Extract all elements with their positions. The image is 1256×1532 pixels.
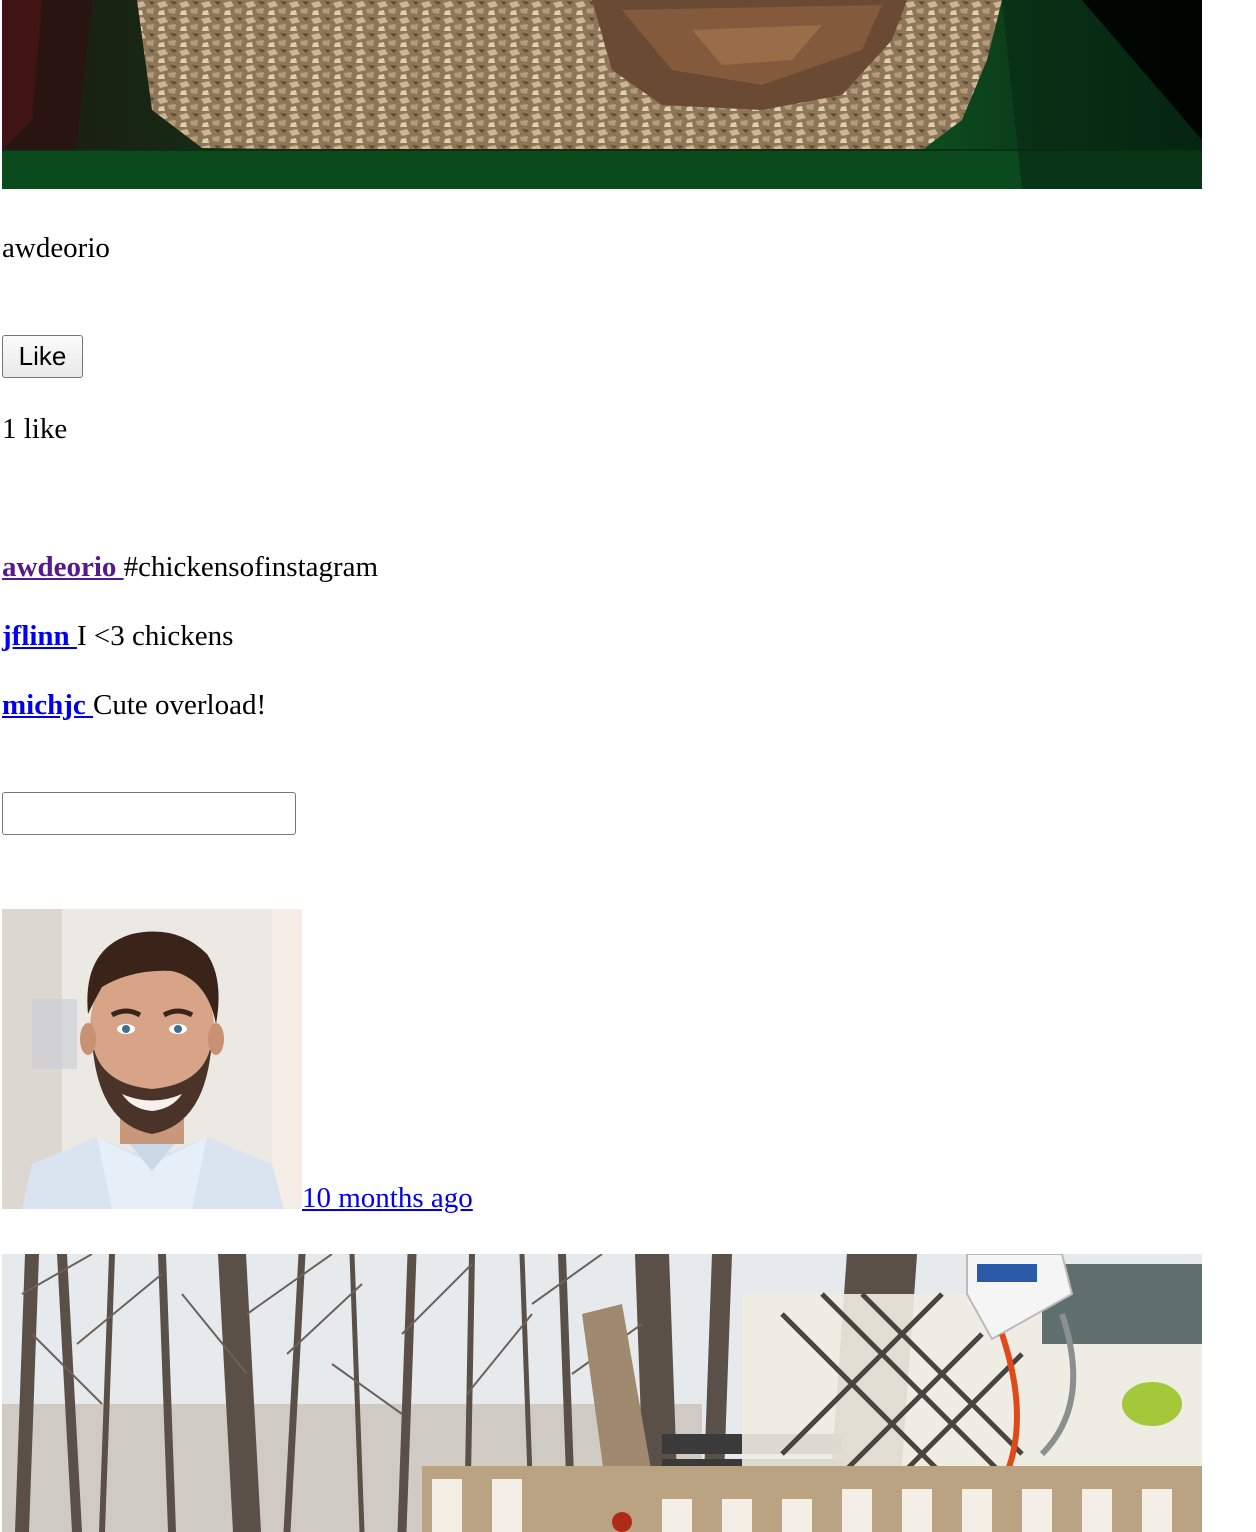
post-image-chicken-coop [2,1254,1202,1532]
comment-text: #chickensofinstagram [123,551,379,583]
comment: michjc Cute overload! [2,685,266,725]
post-owner-username: awdeorio [2,232,110,264]
user-avatar-photo-icon [2,909,302,1209]
comment-text: I <3 chickens [76,620,234,652]
chicken-coop-trees-photo-icon [2,1254,1202,1532]
feed-page: awdeorio Like 1 like awdeorio #chickenso… [0,0,1256,1532]
like-count: 1 like [2,413,68,445]
comment-owner-link[interactable]: awdeorio [2,551,124,583]
like-button[interactable]: Like [2,335,83,378]
comment: jflinn I <3 chickens [2,616,233,656]
comment-owner-link[interactable]: michjc [2,689,93,721]
post-timestamp-link[interactable]: 10 months ago [302,1178,473,1218]
post-image-chicken-nest [2,0,1202,189]
comment-text: Cute overload! [93,689,267,721]
avatar[interactable] [2,909,302,1209]
comment: awdeorio #chickensofinstagram [2,547,378,587]
chicken-nest-photo-icon [2,0,1202,189]
comment-owner-link[interactable]: jflinn [2,620,77,652]
comment-input[interactable] [2,792,296,835]
